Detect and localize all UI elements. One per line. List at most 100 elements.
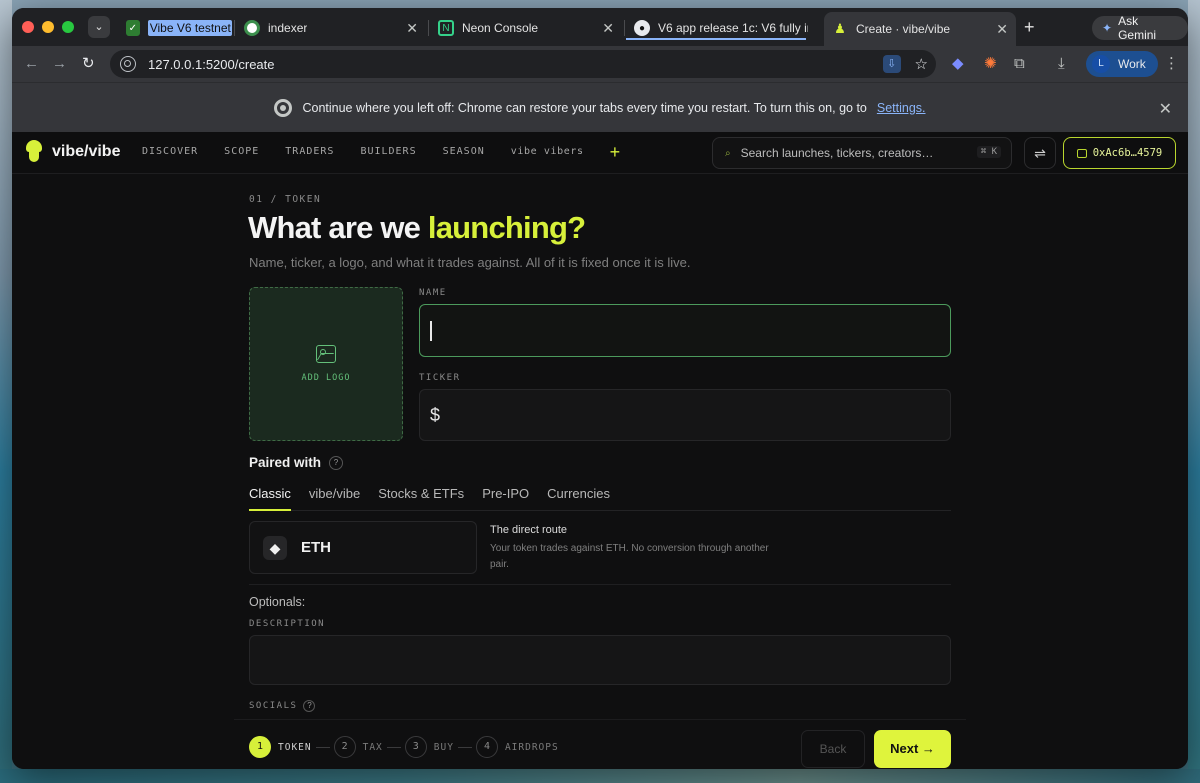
pair-option-eth[interactable]: ◆ ETH bbox=[249, 521, 477, 574]
socials-label: SOCIALS bbox=[249, 701, 298, 711]
nav-builders[interactable]: BUILDERS bbox=[360, 146, 416, 158]
pair-option-label: ETH bbox=[301, 539, 331, 556]
checkmark-icon: ✓ bbox=[126, 20, 140, 36]
address-bar[interactable]: 127.0.0.1:5200/create ⇩ ☆ bbox=[110, 50, 936, 78]
extension-icon[interactable]: ◆ bbox=[952, 55, 964, 73]
close-window-button[interactable] bbox=[22, 21, 34, 33]
tab-indexer[interactable]: indexer ✕ bbox=[236, 14, 426, 42]
tab-stocks-etfs[interactable]: Stocks & ETFs bbox=[378, 479, 464, 511]
reload-icon[interactable]: ↻ bbox=[82, 55, 95, 73]
profile-button[interactable]: L Work bbox=[1086, 51, 1158, 77]
avatar: L bbox=[1092, 55, 1110, 73]
back-button[interactable]: Back bbox=[801, 730, 865, 768]
minimize-window-button[interactable] bbox=[42, 21, 54, 33]
nav-vibe-vibers[interactable]: vibe vibers bbox=[511, 146, 584, 158]
section-divider bbox=[249, 584, 951, 585]
step-2-label: TAX bbox=[362, 741, 383, 753]
tab-separator bbox=[428, 20, 429, 36]
tab-vibe-vibe[interactable]: vibe/vibe bbox=[309, 479, 360, 511]
infobar-text: Continue where you left off: Chrome can … bbox=[302, 100, 867, 115]
name-label: NAME bbox=[419, 288, 447, 298]
site-header: vibe/vibe DISCOVER SCOPE TRADERS BUILDER… bbox=[12, 132, 1188, 174]
socials-heading: SOCIALS ? bbox=[249, 700, 316, 712]
tab-separator bbox=[624, 20, 625, 36]
step-3-number[interactable]: 3 bbox=[404, 736, 427, 758]
settings-link[interactable]: Settings. bbox=[877, 101, 926, 115]
step-4-number[interactable]: 4 bbox=[475, 736, 498, 758]
optionals-heading: Optionals: bbox=[249, 595, 306, 609]
step-1-number[interactable]: 1 bbox=[249, 736, 271, 758]
back-arrow-icon[interactable]: ← bbox=[24, 55, 39, 73]
install-app-icon[interactable]: ⇩ bbox=[882, 55, 901, 73]
bookmark-star-icon[interactable]: ☆ bbox=[915, 55, 928, 73]
profile-label: Work bbox=[1118, 57, 1146, 71]
restore-tabs-infobar: Continue where you left off: Chrome can … bbox=[12, 82, 1188, 132]
vibe-icon: ♟ bbox=[834, 21, 846, 36]
ask-gemini-label: Ask Gemini bbox=[1118, 14, 1157, 42]
nav-scope[interactable]: SCOPE bbox=[224, 146, 259, 158]
wallet-button[interactable]: 0xAc6b…4579 bbox=[1063, 137, 1176, 169]
help-icon[interactable]: ? bbox=[303, 700, 316, 712]
name-input[interactable] bbox=[419, 304, 951, 357]
download-icon[interactable]: ⤓ bbox=[1058, 55, 1065, 73]
ticker-prefix: $ bbox=[430, 404, 441, 425]
browser-toolbar: ← → ↻ 127.0.0.1:5200/create ⇩ ☆ ◆ ✺ ⧉ ⤓ … bbox=[12, 46, 1188, 82]
menu-kebab-icon[interactable]: ⋮ bbox=[1164, 55, 1179, 73]
ticker-input[interactable]: $ bbox=[419, 389, 951, 441]
url-text: 127.0.0.1:5200/create bbox=[148, 56, 275, 72]
ask-gemini-button[interactable]: ✦ Ask Gemini bbox=[1092, 14, 1188, 42]
gemini-sparkle-icon: ✦ bbox=[1102, 21, 1113, 35]
close-tab-icon[interactable]: ✕ bbox=[406, 20, 418, 37]
close-tab-icon[interactable]: ✕ bbox=[602, 20, 614, 37]
nav-season[interactable]: SEASON bbox=[443, 146, 485, 158]
step-connector bbox=[386, 746, 401, 748]
site-search-input[interactable]: ⌕ Search launches, tickers, creators… ⌘ … bbox=[712, 137, 1012, 169]
text-caret bbox=[430, 320, 432, 341]
help-icon[interactable]: ? bbox=[329, 455, 344, 470]
route-title: The direct route bbox=[490, 524, 568, 536]
database-icon bbox=[244, 20, 260, 36]
nav-add-button[interactable]: + bbox=[610, 143, 621, 161]
tab-vibe-testnet[interactable]: ✓ Vibe V6 testnet la bbox=[118, 14, 232, 42]
forward-arrow-icon[interactable]: → bbox=[52, 55, 67, 73]
close-icon[interactable]: ✕ bbox=[1159, 99, 1172, 119]
tab-search-chevron-icon[interactable]: ⌄ bbox=[88, 16, 110, 38]
description-input[interactable] bbox=[249, 635, 951, 685]
tab-neon-console[interactable]: N Neon Console ✕ bbox=[430, 14, 622, 42]
add-logo-dropzone[interactable]: ADD LOGO bbox=[249, 287, 403, 441]
create-page: 01 / TOKEN What are we launching? Name, … bbox=[12, 174, 1188, 769]
logo-text: vibe/vibe bbox=[52, 143, 121, 160]
step-2-number[interactable]: 2 bbox=[333, 736, 356, 758]
step-eyebrow: 01 / TOKEN bbox=[249, 194, 322, 205]
next-button[interactable]: Next → bbox=[874, 730, 951, 768]
tab-currencies[interactable]: Currencies bbox=[547, 479, 610, 511]
site-info-icon[interactable] bbox=[120, 56, 136, 72]
step-4-label: AIRDROPS bbox=[504, 741, 559, 753]
close-tab-icon[interactable]: ✕ bbox=[996, 21, 1008, 38]
maximize-window-button[interactable] bbox=[62, 21, 74, 33]
tab-label: indexer bbox=[268, 21, 308, 35]
desktop-background-left bbox=[0, 0, 12, 783]
image-icon bbox=[316, 345, 336, 363]
ticker-label: TICKER bbox=[419, 373, 461, 383]
tab-separator bbox=[234, 20, 235, 36]
extension-sun-icon[interactable]: ✺ bbox=[984, 55, 997, 73]
main-nav: DISCOVER SCOPE TRADERS BUILDERS SEASON v… bbox=[142, 143, 621, 161]
search-shortcut: ⌘ K bbox=[976, 146, 1001, 158]
nav-discover[interactable]: DISCOVER bbox=[142, 146, 198, 158]
extensions-puzzle-icon[interactable]: ⧉ bbox=[1014, 55, 1025, 73]
new-tab-button[interactable]: + bbox=[1024, 18, 1035, 36]
tab-pre-ipo[interactable]: Pre-IPO bbox=[482, 479, 529, 511]
search-icon: ⌕ bbox=[725, 147, 731, 159]
tab-classic[interactable]: Classic bbox=[249, 479, 291, 511]
bridge-icon: ⇌ bbox=[1034, 145, 1046, 161]
tab-label: Neon Console bbox=[462, 21, 539, 35]
tab-create-vibe[interactable]: ♟ Create · vibe/vibe ✕ bbox=[824, 12, 1016, 46]
wallet-icon bbox=[1076, 148, 1087, 158]
tab-v6-app-release[interactable]: ● V6 app release 1c: V6 fully in bbox=[626, 14, 822, 42]
paired-with-label: Paired with bbox=[249, 455, 322, 470]
nav-traders[interactable]: TRADERS bbox=[285, 146, 334, 158]
bridge-button[interactable]: ⇌ bbox=[1024, 137, 1056, 169]
search-placeholder: Search launches, tickers, creators… bbox=[740, 146, 934, 160]
site-logo[interactable]: vibe/vibe bbox=[24, 140, 120, 164]
